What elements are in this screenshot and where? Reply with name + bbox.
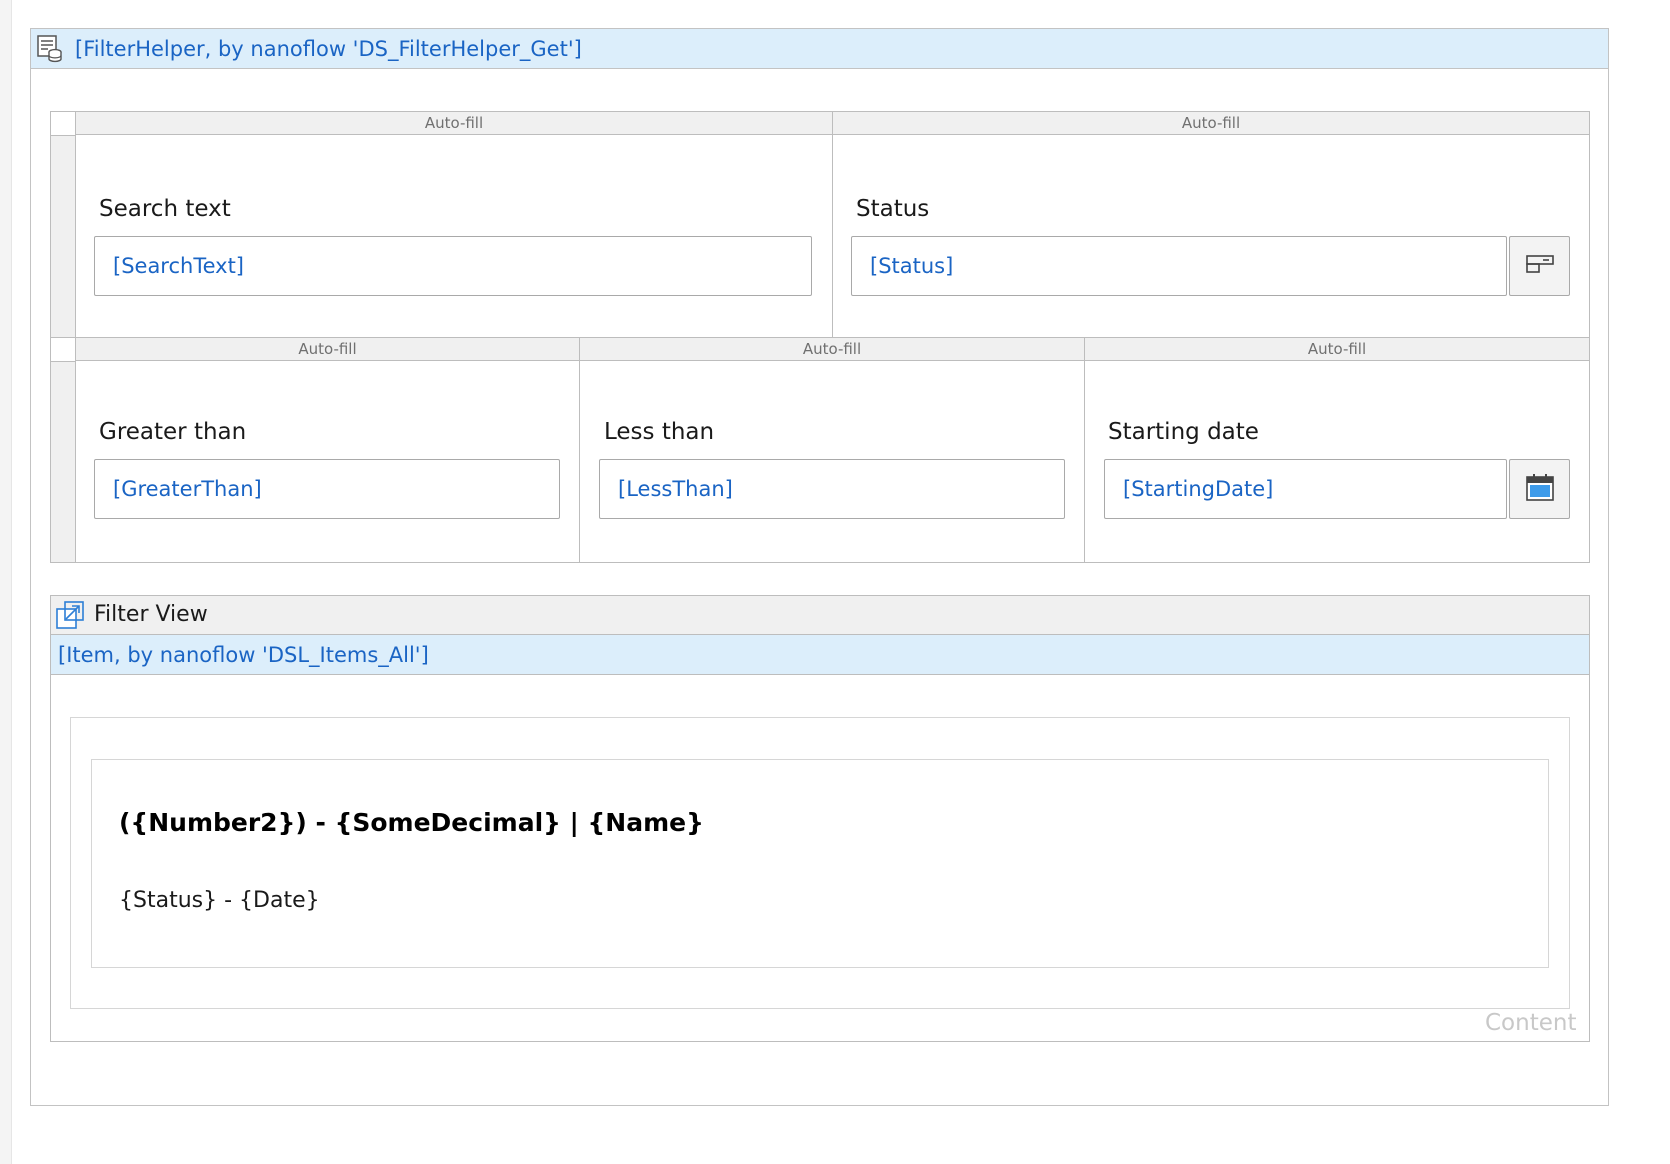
- dropdown-select-icon: [1525, 253, 1555, 279]
- dataview-header-text[interactable]: [FilterHelper, by nanoflow 'DS_FilterHel…: [75, 32, 582, 66]
- content-placeholder-label: Content: [1485, 1010, 1577, 1036]
- date-picker-button[interactable]: [1509, 459, 1570, 519]
- status-select-button[interactable]: [1509, 236, 1570, 296]
- snippet-open-icon: [56, 601, 84, 629]
- starting-date-input[interactable]: [StartingDate]: [1104, 459, 1507, 519]
- autofill-label[interactable]: Auto-fill: [1084, 337, 1590, 361]
- status-label: Status: [856, 196, 930, 222]
- column-divider: [832, 135, 833, 337]
- filter-view-title: Filter View: [94, 602, 208, 627]
- dataview-database-icon: [37, 35, 63, 63]
- list-item[interactable]: [91, 759, 1549, 968]
- calendar-icon: [1525, 472, 1555, 506]
- search-text-input[interactable]: [SearchText]: [94, 236, 812, 296]
- less-than-input[interactable]: [LessThan]: [599, 459, 1065, 519]
- filter-view-header[interactable]: [50, 595, 1590, 635]
- status-input[interactable]: [Status]: [851, 236, 1507, 296]
- row1-gutter[interactable]: [51, 136, 76, 337]
- greater-than-input[interactable]: [GreaterThan]: [94, 459, 560, 519]
- list-view-header-text[interactable]: [Item, by nanoflow 'DSL_Items_All']: [58, 636, 429, 674]
- starting-date-label: Starting date: [1108, 419, 1259, 445]
- column-divider: [1084, 361, 1085, 562]
- search-text-label: Search text: [99, 196, 231, 222]
- autofill-label[interactable]: Auto-fill: [75, 337, 580, 361]
- autofill-label[interactable]: Auto-fill: [75, 111, 833, 135]
- column-divider: [579, 361, 580, 562]
- row2-gutter[interactable]: [51, 362, 76, 562]
- less-than-label: Less than: [604, 419, 715, 445]
- autofill-label[interactable]: Auto-fill: [832, 111, 1590, 135]
- greater-than-label: Greater than: [99, 419, 247, 445]
- item-title-text[interactable]: ({Number2}) - {SomeDecimal} | {Name}: [119, 808, 704, 837]
- autofill-label[interactable]: Auto-fill: [579, 337, 1085, 361]
- item-subtitle-text[interactable]: {Status} - {Date}: [119, 888, 320, 913]
- left-panel-edge: [0, 0, 12, 1164]
- row2-corner: [50, 337, 76, 362]
- row1-corner: [50, 111, 76, 136]
